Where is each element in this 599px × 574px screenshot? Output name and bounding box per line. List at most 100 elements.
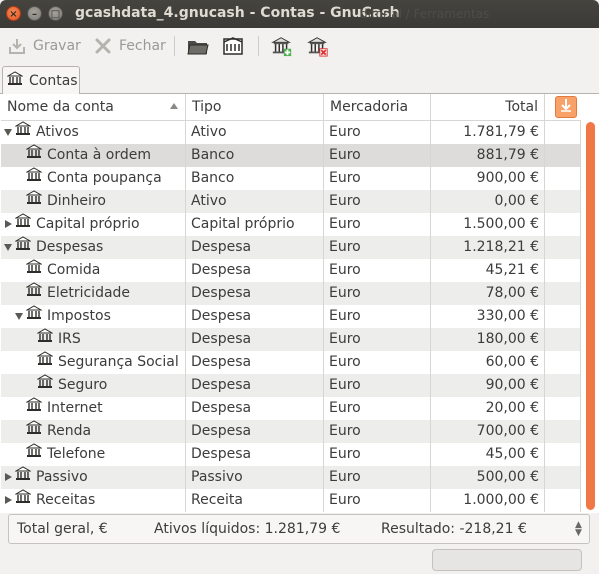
account-name-cell: Dinheiro: [1, 190, 186, 213]
summary-bar[interactable]: Total geral, € Ativos líquidos: 1.281,79…: [8, 514, 590, 544]
maximize-window-button[interactable]: □: [48, 6, 63, 21]
table-row[interactable]: Passivo Passivo Euro 500,00 €: [1, 466, 581, 489]
account-type-cell: Ativo: [186, 190, 324, 213]
save-button[interactable]: Gravar: [6, 34, 81, 58]
table-row[interactable]: Seguro Despesa Euro 90,00 €: [1, 374, 581, 397]
save-icon: [6, 35, 28, 57]
account-type-cell: Despesa: [186, 351, 324, 374]
account-commodity-cell: Euro: [324, 351, 431, 374]
account-extra-cell: [545, 397, 581, 420]
table-row[interactable]: Comida Despesa Euro 45,21 €: [1, 259, 581, 282]
expander-open-icon[interactable]: [4, 129, 12, 136]
expander-closed-icon[interactable]: [5, 220, 12, 228]
account-name: Conta poupança: [47, 170, 162, 186]
account-name-cell: Eletricidade: [1, 282, 186, 305]
summary-label: Total geral, €: [17, 521, 108, 537]
account-commodity-cell: Euro: [324, 466, 431, 489]
table-row[interactable]: Despesas Despesa Euro 1.218,21 €: [1, 236, 581, 259]
account-commodity-cell: Euro: [324, 190, 431, 213]
account-total-cell: 700,00 €: [431, 420, 545, 443]
account-commodity-cell: Euro: [324, 397, 431, 420]
account-name: Internet: [47, 400, 103, 416]
account-total-cell: 0,00 €: [431, 190, 545, 213]
new-account-button[interactable]: [271, 34, 293, 58]
column-header-type[interactable]: Tipo: [186, 94, 324, 120]
column-commodity-label: Mercadoria: [330, 99, 409, 115]
table-row[interactable]: IRS Despesa Euro 180,00 €: [1, 328, 581, 351]
table-row[interactable]: Ativos Ativo Euro 1.781,79 €: [1, 121, 581, 144]
account-type-cell: Despesa: [186, 328, 324, 351]
account-commodity-cell: Euro: [324, 282, 431, 305]
toolbar-separator: [174, 36, 175, 56]
vertical-scrollbar[interactable]: [584, 122, 596, 510]
open-button[interactable]: [187, 34, 209, 58]
expander-open-icon[interactable]: [15, 313, 23, 320]
account-name-cell: Telefone: [1, 443, 186, 466]
net-assets: Ativos líquidos: 1.281,79 €: [154, 521, 341, 537]
account-name: Eletricidade: [47, 285, 131, 301]
account-type-cell: Passivo: [186, 466, 324, 489]
account-type-cell: Despesa: [186, 236, 324, 259]
account-extra-cell: [545, 282, 581, 305]
account-commodity-cell: Euro: [324, 374, 431, 397]
account-name-cell: Internet: [1, 397, 186, 420]
expander-closed-icon[interactable]: [5, 473, 12, 481]
bank-icon: [6, 71, 24, 90]
account-name: Segurança Social: [58, 354, 179, 370]
column-selector-button[interactable]: [555, 96, 577, 118]
account-commodity-cell: Euro: [324, 213, 431, 236]
table-row[interactable]: Eletricidade Despesa Euro 78,00 €: [1, 282, 581, 305]
scrollbar-thumb[interactable]: [586, 122, 595, 510]
bank-icon: [25, 282, 43, 305]
account-extra-cell: [545, 305, 581, 328]
account-total-cell: 1.781,79 €: [431, 121, 545, 144]
account-name: Renda: [47, 423, 92, 439]
bank-icon: [25, 397, 43, 420]
account-name: Receitas: [36, 492, 96, 508]
account-name: Telefone: [47, 446, 106, 462]
bank-icon: [25, 305, 43, 328]
expander-closed-icon[interactable]: [5, 496, 12, 504]
account-total-cell: 45,00 €: [431, 443, 545, 466]
account-type-cell: Banco: [186, 167, 324, 190]
table-row[interactable]: Impostos Despesa Euro 330,00 €: [1, 305, 581, 328]
close-window-button[interactable]: ×: [6, 6, 21, 21]
bank-icon: [14, 213, 32, 236]
bank-icon: [14, 489, 32, 512]
table-row[interactable]: Telefone Despesa Euro 45,00 €: [1, 443, 581, 466]
account-edit-icon: [222, 35, 244, 57]
table-row[interactable]: Dinheiro Ativo Euro 0,00 €: [1, 190, 581, 213]
account-name: Impostos: [47, 308, 111, 324]
column-header-name[interactable]: Nome da conta: [1, 94, 186, 120]
account-total-cell: 20,00 €: [431, 397, 545, 420]
table-header: Nome da conta Tipo Mercadoria Total: [1, 94, 581, 121]
account-commodity-cell: Euro: [324, 420, 431, 443]
edit-account-button[interactable]: [222, 34, 244, 58]
minimize-window-button[interactable]: –: [27, 6, 42, 21]
column-header-total[interactable]: Total: [431, 94, 545, 120]
account-name: Capital próprio: [36, 216, 140, 232]
table-row[interactable]: Conta poupança Banco Euro 900,00 €: [1, 167, 581, 190]
account-type-cell: Despesa: [186, 282, 324, 305]
table-row[interactable]: Renda Despesa Euro 700,00 €: [1, 420, 581, 443]
account-commodity-cell: Euro: [324, 443, 431, 466]
bank-icon: [14, 121, 32, 144]
table-row[interactable]: Capital próprio Capital próprio Euro 1.5…: [1, 213, 581, 236]
table-row[interactable]: Conta à ordem Banco Euro 881,79 €: [1, 144, 581, 167]
account-commodity-cell: Euro: [324, 328, 431, 351]
window-titlebar: × – □ gcashdata_4.gnucash - Contas - Gnu…: [0, 0, 599, 28]
table-row[interactable]: Receitas Receita Euro 1.000,00 €: [1, 489, 581, 512]
account-commodity-cell: Euro: [324, 259, 431, 282]
bank-icon: [25, 420, 43, 443]
table-row[interactable]: Segurança Social Despesa Euro 60,00 €: [1, 351, 581, 374]
table-row[interactable]: Internet Despesa Euro 20,00 €: [1, 397, 581, 420]
tab-contas[interactable]: Contas: [2, 66, 80, 94]
close-button[interactable]: Fechar: [92, 34, 166, 58]
delete-account-button[interactable]: [307, 34, 329, 58]
account-extra-cell: [545, 259, 581, 282]
account-name: Comida: [47, 262, 101, 278]
expander-open-icon[interactable]: [4, 244, 12, 251]
account-commodity-cell: Euro: [324, 305, 431, 328]
column-header-commodity[interactable]: Mercadoria: [324, 94, 431, 120]
account-extra-cell: [545, 466, 581, 489]
